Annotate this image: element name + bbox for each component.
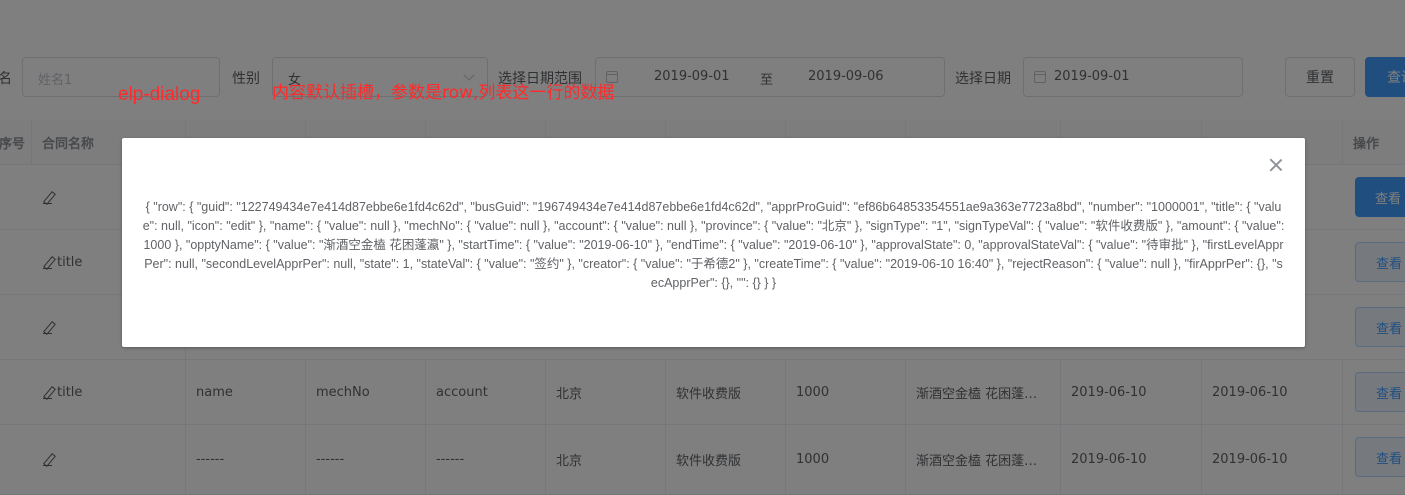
component-annotation: elp-dialog (118, 84, 201, 105)
dialog-content: { "row": { "guid": "122749434e7e414d87eb… (142, 200, 1285, 290)
close-icon[interactable] (1269, 158, 1283, 172)
slot-annotation: 内容默认插槽，参数是row,列表这一行的数据 (272, 83, 615, 103)
elp-dialog: { "row": { "guid": "122749434e7e414d87eb… (122, 138, 1305, 347)
